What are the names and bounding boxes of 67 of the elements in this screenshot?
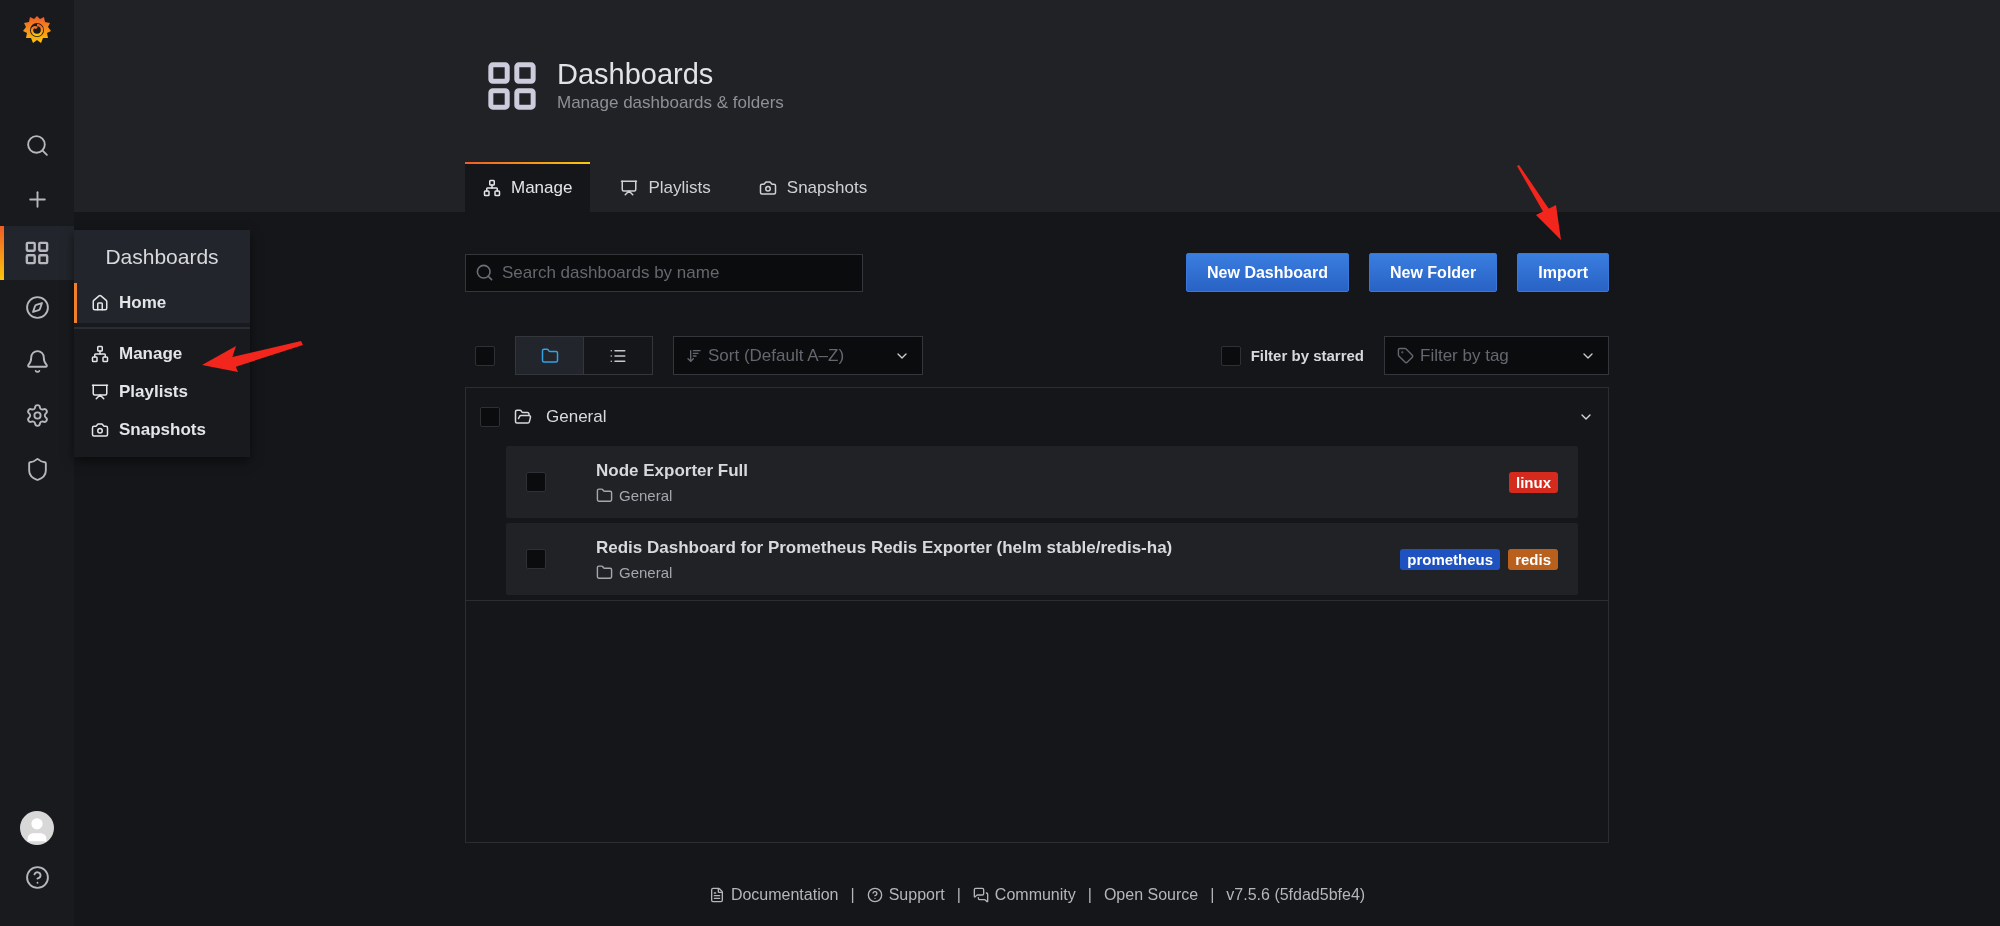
footer-link[interactable]: Community xyxy=(972,886,1076,904)
version-text: v7.5.6 (5fdad5bfe4) xyxy=(1226,886,1366,904)
folder-icon xyxy=(596,486,613,504)
checkbox[interactable] xyxy=(475,345,495,366)
dashboard-row[interactable]: Redis Dashboard for Prometheus Redis Exporter (helm stable/redis-ha) General prometheus redis xyxy=(506,523,1578,595)
checkbox[interactable] xyxy=(526,472,546,492)
chat-icon xyxy=(972,887,989,903)
document-icon xyxy=(708,887,725,903)
page-subtitle: Manage dashboards & folders xyxy=(557,93,784,113)
tab[interactable]: Manage xyxy=(465,162,591,212)
menu-item[interactable]: Snapshots xyxy=(74,411,250,449)
action-button[interactable]: Import xyxy=(1517,253,1609,292)
dashboard-row[interactable]: Node Exporter Full General linux xyxy=(506,446,1578,518)
footer-link[interactable]: Open Source xyxy=(1103,886,1199,904)
help-icon xyxy=(866,887,883,903)
search-icon xyxy=(24,132,50,158)
tag[interactable]: redis xyxy=(1508,548,1558,570)
sidebar-item[interactable] xyxy=(0,226,74,280)
camera-icon xyxy=(91,421,109,439)
presentation-icon xyxy=(620,179,639,197)
help-icon[interactable] xyxy=(24,865,50,890)
footer-link[interactable]: Documentation xyxy=(708,886,839,904)
dashboard-title[interactable]: Redis Dashboard for Prometheus Redis Exporter (helm stable/redis-ha) xyxy=(596,537,1401,558)
tab[interactable]: Snapshots xyxy=(740,162,886,212)
checkbox[interactable] xyxy=(1220,345,1241,366)
tag[interactable]: prometheus xyxy=(1400,548,1501,570)
action-button[interactable]: New Folder xyxy=(1369,253,1498,292)
grid-icon[interactable] xyxy=(25,241,49,265)
search-field[interactable]: Search dashboards by name xyxy=(465,253,863,292)
camera-icon xyxy=(758,179,777,197)
folder-icon xyxy=(514,408,532,426)
menu-title: Dashboards xyxy=(74,230,250,283)
tag[interactable]: linux xyxy=(1509,471,1558,493)
menu-item[interactable]: Home xyxy=(74,283,250,323)
separator: | xyxy=(850,886,855,904)
sitemap-icon xyxy=(483,179,501,197)
tab[interactable]: Playlists xyxy=(602,162,729,212)
logo-icon[interactable] xyxy=(22,14,52,46)
sort-icon xyxy=(686,347,702,364)
grid-icon[interactable] xyxy=(487,60,537,111)
folder-name[interactable]: General xyxy=(546,407,607,426)
menu-item[interactable]: Manage xyxy=(74,335,250,373)
checkbox[interactable] xyxy=(480,407,500,427)
compass-icon xyxy=(24,294,50,320)
footer-link[interactable]: Support xyxy=(866,886,945,904)
bell-icon xyxy=(24,348,50,374)
separator: | xyxy=(1087,886,1092,904)
folder-icon xyxy=(540,346,559,365)
home-icon xyxy=(91,294,109,312)
checkbox[interactable] xyxy=(526,549,546,569)
tag-icon xyxy=(1397,347,1414,364)
page-title: Dashboards xyxy=(557,58,715,91)
checkbox-label: Filter by starred xyxy=(1250,347,1364,364)
search-icon xyxy=(475,262,494,282)
sitemap-icon xyxy=(91,345,109,363)
separator: | xyxy=(1210,886,1215,904)
avatar[interactable] xyxy=(20,811,54,845)
folder-icon xyxy=(596,563,613,581)
settings-icon xyxy=(24,402,50,428)
folder-name: General xyxy=(619,486,673,504)
presentation-icon xyxy=(91,383,109,401)
action-button[interactable]: New Dashboard xyxy=(1186,253,1349,292)
folder-name: General xyxy=(619,563,673,581)
menu-item[interactable]: Playlists xyxy=(74,373,250,411)
view-toggle[interactable] xyxy=(516,337,584,374)
separator: | xyxy=(956,886,961,904)
dashboard-title[interactable]: Node Exporter Full xyxy=(596,460,1509,481)
